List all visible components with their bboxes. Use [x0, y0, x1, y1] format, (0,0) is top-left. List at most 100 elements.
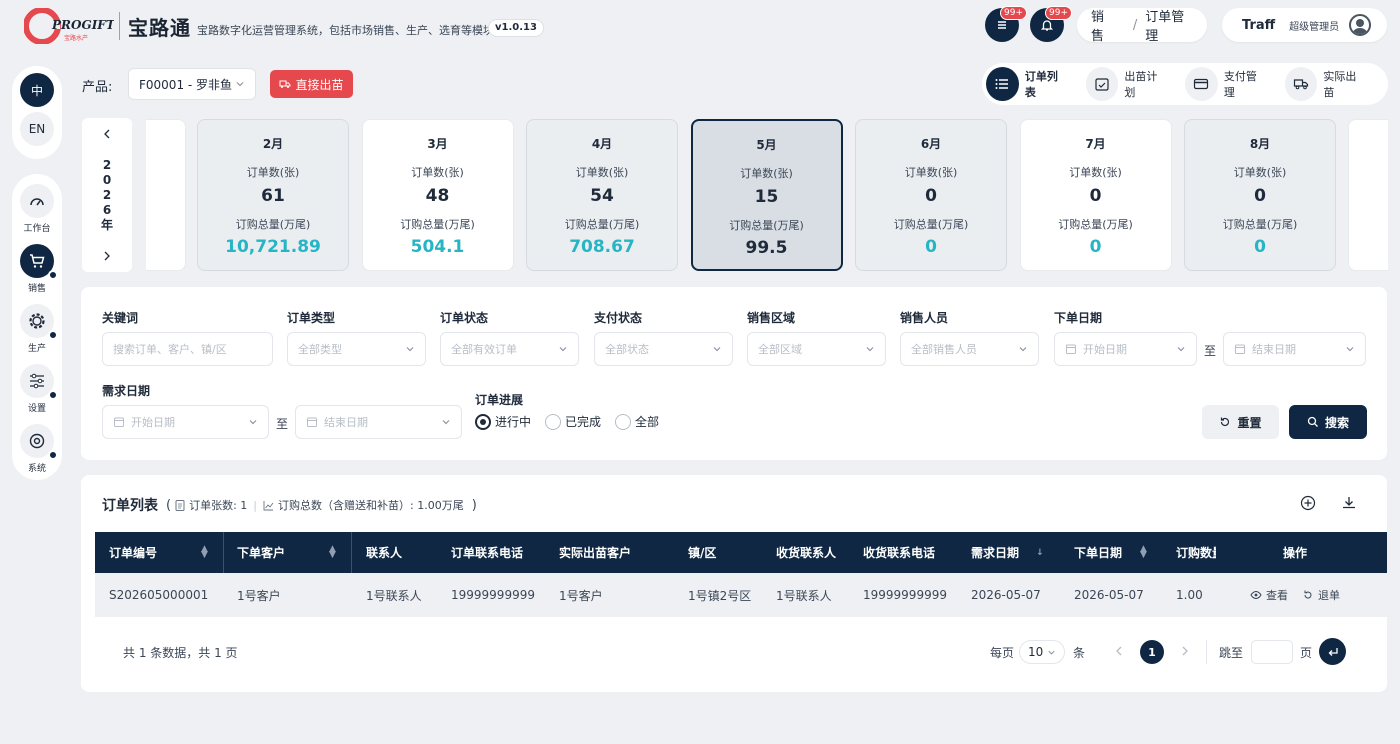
- chevron-down-icon: [249, 420, 257, 425]
- month-card[interactable]: 6月 订单数(张) 0 订购总量(万尾) 0: [855, 119, 1007, 271]
- sort-desc-icon[interactable]: ↓: [1036, 532, 1044, 573]
- demand-date-end-input[interactable]: 结束日期: [295, 405, 462, 439]
- jump-page-input[interactable]: [1251, 640, 1293, 664]
- sort-icon[interactable]: ▲ ▼: [329, 545, 336, 560]
- tab-label: 出苗计划: [1124, 70, 1158, 99]
- progress-radio-ongoing[interactable]: 进行中: [475, 413, 531, 430]
- brand-name: 宝路通: [128, 16, 191, 40]
- breadcrumb-item-sales[interactable]: 销售: [1091, 6, 1115, 44]
- cog-icon: [29, 433, 45, 449]
- month-card[interactable]: 5月 订单数(张) 15 订购总量(万尾) 99.5: [690, 119, 843, 271]
- order-total-label: 订购总量(万尾): [1058, 218, 1133, 231]
- month-card[interactable]: 3月 订单数(张) 48 订购总量(万尾) 504.1: [361, 119, 514, 271]
- avatar-icon: [1349, 14, 1372, 36]
- tab-shipping-plan[interactable]: 出苗计划: [1085, 67, 1168, 101]
- logo-wordmark: PROGIFT: [51, 18, 114, 32]
- breadcrumb-separator: /: [1132, 17, 1138, 33]
- system-subtitle: 宝路数字化运营管理系统，包括市场销售、生产、选育等模块: [197, 24, 494, 37]
- direct-ship-button[interactable]: 直接出苗: [270, 70, 353, 98]
- tasks-button[interactable]: 99+: [985, 6, 1027, 42]
- keyword-input[interactable]: 搜索订单、客户、镇/区: [102, 332, 273, 366]
- chevron-left-icon[interactable]: [101, 128, 113, 140]
- month-card[interactable]: 8月 订单数(张) 0 订购总量(万尾) 0: [1184, 119, 1336, 271]
- month-card[interactable]: 2月 订单数(张) 61 订购总量(万尾) 10,721.89: [197, 119, 349, 271]
- tab-payment[interactable]: 支付管理: [1185, 67, 1267, 101]
- sort-icon[interactable]: ▲ ▼: [1140, 545, 1147, 560]
- order-status-label: 订单状态: [440, 311, 489, 325]
- order-type-placeholder: 全部类型: [298, 343, 342, 356]
- demand-date-start-input[interactable]: 开始日期: [102, 405, 269, 439]
- month-card[interactable]: 7月 订单数(张) 0 订购总量(万尾) 0: [1019, 119, 1172, 271]
- search-button[interactable]: 搜索: [1289, 405, 1367, 439]
- language-switcher: 中 EN: [12, 66, 62, 159]
- sidebar-item-system[interactable]: 系统: [12, 424, 62, 474]
- tab-order-list[interactable]: 订单列表: [986, 67, 1068, 101]
- order-count-label: 订单数(张): [1069, 166, 1122, 179]
- order-total-label: 订购总量(万尾): [729, 219, 804, 232]
- sidebar-item-sales[interactable]: 销售: [12, 244, 62, 294]
- lang-zh-button[interactable]: 中: [20, 73, 54, 107]
- page-number-current[interactable]: 1: [1140, 640, 1164, 664]
- pay-status-select[interactable]: 全部状态: [594, 332, 733, 366]
- col-contact: 联系人: [366, 546, 403, 560]
- sort-icon[interactable]: ▲ ▼: [201, 545, 208, 560]
- region-select[interactable]: 全部区域: [747, 332, 886, 366]
- month-label: 4月: [591, 137, 613, 151]
- order-date-end-placeholder: 结束日期: [1252, 343, 1296, 356]
- order-status-placeholder: 全部有效订单: [451, 343, 517, 356]
- product-select[interactable]: F00001 - 罗非鱼: [128, 68, 256, 100]
- jump-go-button[interactable]: [1319, 638, 1346, 665]
- col-order-no[interactable]: 订单编号: [109, 532, 157, 573]
- per-page-select[interactable]: 10: [1019, 640, 1065, 664]
- col-town: 镇/区: [688, 546, 717, 560]
- calendar-icon: [1235, 344, 1245, 354]
- progress-radio-completed[interactable]: 已完成: [545, 413, 601, 430]
- enter-icon: [1328, 647, 1338, 656]
- user-menu[interactable]: Traff 超级管理员: [1222, 8, 1387, 42]
- order-total-value: 10,721.89: [225, 237, 321, 257]
- order-count-value: 61: [261, 186, 285, 206]
- order-count-text: 订单张数: 1: [189, 499, 248, 512]
- view-action[interactable]: 查看: [1250, 573, 1288, 617]
- progress-radio-all[interactable]: 全部: [615, 413, 659, 430]
- order-date-start-input[interactable]: 开始日期: [1054, 332, 1197, 366]
- sidebar-item-production[interactable]: 生产: [12, 304, 62, 354]
- month-card[interactable]: 4月 订单数(张) 54 订购总量(万尾) 708.67: [526, 119, 678, 271]
- order-count-value: 0: [925, 186, 937, 206]
- year-navigator: 2026年: [82, 118, 132, 272]
- order-total-label: 订购总量(万尾): [893, 218, 969, 231]
- refund-action[interactable]: 退单: [1302, 573, 1340, 617]
- lang-en-button[interactable]: EN: [20, 112, 54, 146]
- tab-actual-ship[interactable]: 实际出苗: [1284, 67, 1367, 101]
- col-order-date[interactable]: 下单日期: [1074, 532, 1122, 573]
- add-order-button[interactable]: [1299, 494, 1317, 515]
- order-date-start-placeholder: 开始日期: [1083, 343, 1127, 356]
- order-status-select[interactable]: 全部有效订单: [440, 332, 579, 366]
- order-type-select[interactable]: 全部类型: [287, 332, 426, 366]
- sidebar-item-workbench[interactable]: 工作台: [12, 184, 62, 234]
- next-page-button[interactable]: [1180, 645, 1190, 660]
- month-label: 2月: [262, 137, 284, 151]
- sidebar-item-settings[interactable]: 设置: [12, 364, 62, 414]
- salesman-placeholder: 全部销售人员: [911, 343, 977, 356]
- reset-button[interactable]: 重置: [1202, 405, 1279, 439]
- notifications-button[interactable]: 99+: [1030, 6, 1072, 42]
- order-date-end-input[interactable]: 结束日期: [1223, 332, 1366, 366]
- col-demand-date[interactable]: 需求日期: [971, 532, 1019, 573]
- pay-status-label: 支付状态: [594, 311, 643, 325]
- order-total-value: 708.67: [569, 237, 635, 257]
- order-total-label: 订购总量(万尾): [1222, 218, 1298, 231]
- table-row[interactable]: S202605000001 1号客户 1号联系人 19999999999 1号客…: [95, 573, 1387, 617]
- chevron-right-icon[interactable]: [101, 250, 113, 262]
- cell-actual-customer: 1号客户: [559, 588, 603, 603]
- export-button[interactable]: [1340, 494, 1358, 515]
- order-total-value: 0: [1254, 237, 1266, 257]
- truck-icon: [1293, 79, 1309, 90]
- prev-page-button[interactable]: [1114, 645, 1124, 660]
- salesman-select[interactable]: 全部销售人员: [900, 332, 1039, 366]
- order-total-value: 0: [925, 237, 937, 257]
- order-count-value: 54: [590, 186, 614, 206]
- col-customer[interactable]: 下单客户: [237, 532, 285, 573]
- reset-icon: [1221, 417, 1230, 427]
- per-page-unit: 条: [1073, 646, 1086, 660]
